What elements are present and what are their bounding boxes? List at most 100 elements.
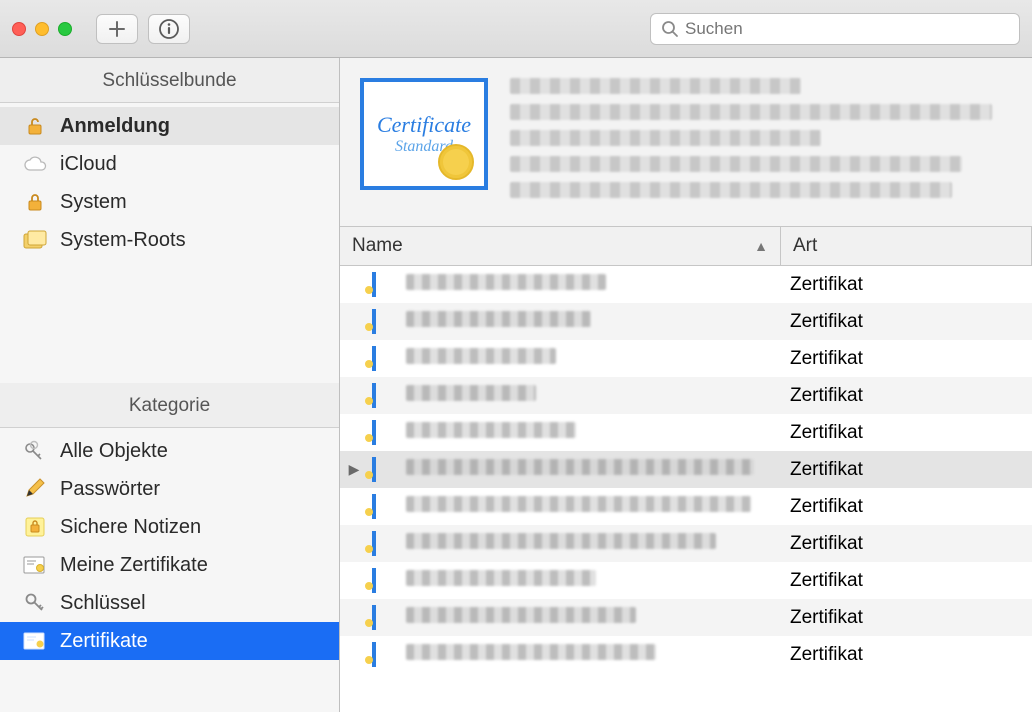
certificate-icon: [372, 644, 398, 666]
category-list: Alle Objekte Passwörter Sichere Notizen …: [0, 428, 339, 664]
table-row[interactable]: Zertifikat: [340, 303, 1032, 340]
row-kind: Zertifikat: [778, 607, 863, 629]
lock-icon: [22, 189, 48, 215]
info-button[interactable]: [148, 14, 190, 44]
keychain-label: System: [60, 191, 127, 214]
certificate-detail-text: [510, 78, 1012, 208]
add-button[interactable]: [96, 14, 138, 44]
category-label: Schlüssel: [60, 592, 146, 615]
disclosure-triangle-icon[interactable]: ▶: [340, 461, 368, 478]
row-kind: Zertifikat: [778, 459, 863, 481]
row-name: [406, 607, 778, 629]
category-certificates[interactable]: Zertifikate: [0, 622, 339, 660]
row-name: [406, 274, 778, 296]
cloud-icon: [22, 151, 48, 177]
column-kind[interactable]: Art: [781, 227, 1032, 265]
keychain-label: iCloud: [60, 153, 117, 176]
keychains-list: Anmeldung iCloud System System-Roots: [0, 103, 339, 263]
row-name: [406, 570, 778, 592]
row-kind: Zertifikat: [778, 274, 863, 296]
keychain-label: System-Roots: [60, 229, 186, 252]
table-row[interactable]: Zertifikat: [340, 562, 1032, 599]
search-icon: [661, 20, 679, 38]
info-icon: [158, 18, 180, 40]
table-row[interactable]: Zertifikat: [340, 636, 1032, 673]
table-row[interactable]: Zertifikat: [340, 599, 1032, 636]
row-kind: Zertifikat: [778, 644, 863, 666]
window-controls: [12, 22, 72, 36]
row-name: [406, 496, 778, 518]
mycert-icon: [22, 552, 48, 578]
table-row[interactable]: Zertifikat: [340, 377, 1032, 414]
column-name-label: Name: [352, 235, 403, 257]
row-name: [406, 385, 778, 407]
key-icon: [22, 590, 48, 616]
keychain-login[interactable]: Anmeldung: [0, 107, 339, 145]
minimize-window-button[interactable]: [35, 22, 49, 36]
row-name: [406, 311, 778, 333]
row-name: [406, 348, 778, 370]
table-row[interactable]: ▶ Zertifikat: [340, 451, 1032, 488]
category-label: Alle Objekte: [60, 440, 168, 463]
sort-ascending-icon: ▲: [754, 238, 768, 254]
row-name: [406, 533, 778, 555]
row-name: [406, 422, 778, 444]
search-field[interactable]: [650, 13, 1020, 45]
row-kind: Zertifikat: [778, 385, 863, 407]
certificate-icon: [372, 607, 398, 629]
certificate-detail-panel: Certificate Standard: [340, 58, 1032, 227]
certificate-icon: [372, 348, 398, 370]
category-label: Passwörter: [60, 478, 160, 501]
keys-icon: [22, 438, 48, 464]
certificate-icon: [372, 274, 398, 296]
pencil-icon: [22, 476, 48, 502]
sidebar: Schlüsselbunde Anmeldung iCloud System S…: [0, 58, 340, 712]
category-label: Sichere Notizen: [60, 516, 201, 539]
certificate-icon: [372, 311, 398, 333]
search-input[interactable]: [685, 19, 1009, 39]
category-label: Zertifikate: [60, 630, 148, 653]
close-window-button[interactable]: [12, 22, 26, 36]
main-panel: Certificate Standard Name ▲ Art Zertifik…: [340, 58, 1032, 712]
row-kind: Zertifikat: [778, 533, 863, 555]
roots-icon: [22, 227, 48, 253]
cert-word-1: Certificate: [377, 112, 471, 138]
table-header: Name ▲ Art: [340, 227, 1032, 266]
category-secure-notes[interactable]: Sichere Notizen: [0, 508, 339, 546]
table-row[interactable]: Zertifikat: [340, 488, 1032, 525]
column-kind-label: Art: [793, 235, 817, 256]
certificate-icon: [372, 422, 398, 444]
row-kind: Zertifikat: [778, 570, 863, 592]
certificate-icon: [372, 570, 398, 592]
category-my-certificates[interactable]: Meine Zertifikate: [0, 546, 339, 584]
keychain-icloud[interactable]: iCloud: [0, 145, 339, 183]
row-kind: Zertifikat: [778, 422, 863, 444]
zoom-window-button[interactable]: [58, 22, 72, 36]
table-rows: Zertifikat Zertifikat Zertifikat Zertifikat…: [340, 266, 1032, 673]
table-row[interactable]: Zertifikat: [340, 340, 1032, 377]
titlebar: [0, 0, 1032, 58]
certificate-icon: [372, 459, 398, 481]
category-keys[interactable]: Schlüssel: [0, 584, 339, 622]
keychain-system[interactable]: System: [0, 183, 339, 221]
row-name: [406, 644, 778, 666]
keychain-label: Anmeldung: [60, 115, 170, 138]
certificate-icon: [372, 385, 398, 407]
keychains-header: Schlüsselbunde: [0, 58, 339, 103]
certificate-large-icon: Certificate Standard: [360, 78, 488, 190]
category-all[interactable]: Alle Objekte: [0, 432, 339, 470]
table-row[interactable]: Zertifikat: [340, 266, 1032, 303]
category-header: Kategorie: [0, 383, 339, 428]
category-passwords[interactable]: Passwörter: [0, 470, 339, 508]
keychain-system-roots[interactable]: System-Roots: [0, 221, 339, 259]
table-row[interactable]: Zertifikat: [340, 525, 1032, 562]
certificate-icon: [372, 533, 398, 555]
note-icon: [22, 514, 48, 540]
lock-open-icon: [22, 113, 48, 139]
category-label: Meine Zertifikate: [60, 554, 208, 577]
row-kind: Zertifikat: [778, 311, 863, 333]
table-row[interactable]: Zertifikat: [340, 414, 1032, 451]
row-kind: Zertifikat: [778, 348, 863, 370]
seal-icon: [438, 144, 474, 180]
column-name[interactable]: Name ▲: [340, 227, 781, 265]
